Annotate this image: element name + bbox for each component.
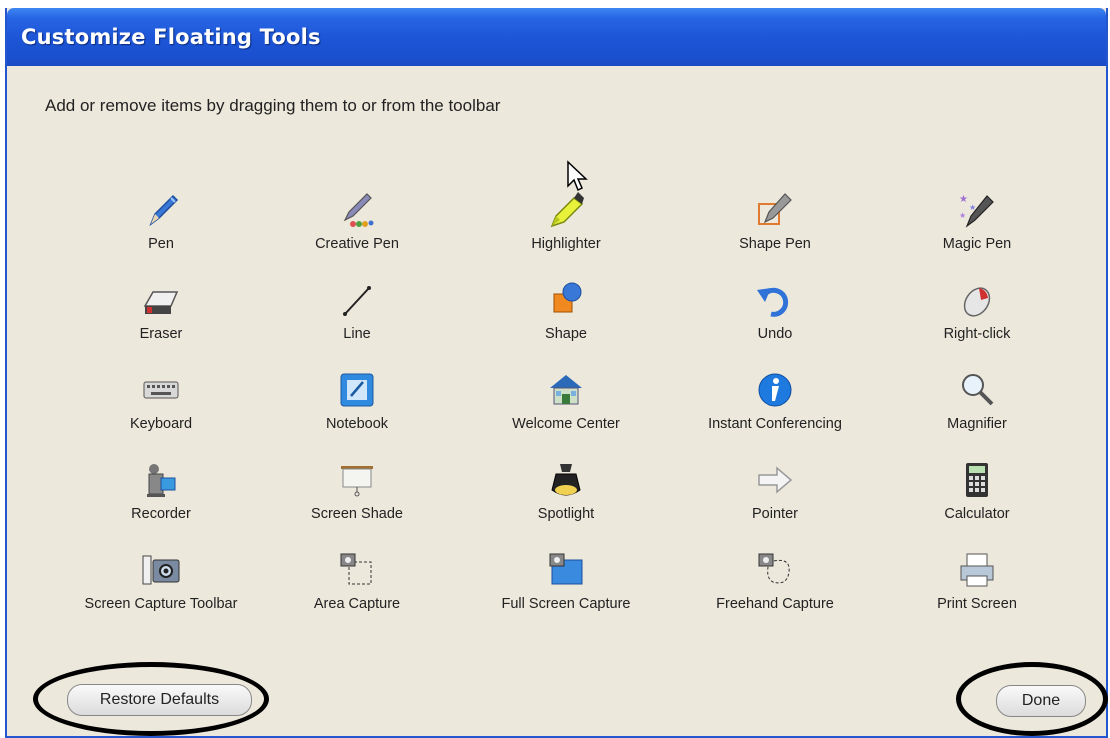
magnifier-icon [957,370,997,410]
area-capture-icon [337,550,377,590]
annotation-ring-restore [33,662,269,736]
shape-pen-icon [755,190,795,230]
tool-shape[interactable]: Shape [466,280,666,360]
tool-undo[interactable]: Undo [675,280,875,360]
tool-notebook[interactable]: Notebook [257,370,457,450]
pointer-arrow-icon [755,460,795,500]
tool-label: Magnifier [947,416,1007,432]
line-icon [337,280,377,320]
tool-magnifier[interactable]: Magnifier [877,370,1077,450]
tool-pen[interactable]: Pen [61,190,261,270]
calculator-icon [957,460,997,500]
keyboard-icon [141,370,181,410]
undo-icon [755,280,795,320]
tool-keyboard[interactable]: Keyboard [61,370,261,450]
screen-shade-icon [337,460,377,500]
printer-icon [957,550,997,590]
svg-text:★: ★ [969,203,976,212]
welcome-center-icon [546,370,586,410]
screen-capture-toolbar-icon [141,550,181,590]
tool-screen-shade[interactable]: Screen Shade [257,460,457,540]
svg-text:★: ★ [959,194,968,205]
tool-shape-pen[interactable]: Shape Pen [675,190,875,270]
tool-label: Instant Conferencing [708,416,842,432]
tool-label: Freehand Capture [716,596,834,612]
freehand-capture-icon [755,550,795,590]
tool-label: Shape Pen [739,236,811,252]
tool-label: Calculator [944,506,1010,522]
spotlight-icon [546,460,586,500]
mouse-cursor-icon [566,160,594,199]
tool-label: Recorder [131,506,191,522]
tool-spotlight[interactable]: Spotlight [466,460,666,540]
notebook-icon [337,370,377,410]
magic-pen-icon: ★ ★ ★ [957,190,997,230]
tool-label: Eraser [139,326,183,342]
tool-line[interactable]: Line [257,280,457,360]
tool-instant-conferencing[interactable]: Instant Conferencing [675,370,875,450]
tool-label: Full Screen Capture [501,596,631,612]
tool-full-screen-capture[interactable]: Full Screen Capture [466,550,666,630]
tool-magic-pen[interactable]: ★ ★ ★ Magic Pen [877,190,1077,270]
tool-screen-capture-toolbar[interactable]: Screen Capture Toolbar [61,550,261,630]
tool-label: Creative Pen [315,236,399,252]
tool-label: Notebook [325,416,389,432]
tool-freehand-capture[interactable]: Freehand Capture [675,550,875,630]
tool-calculator[interactable]: Calculator [877,460,1077,540]
tool-label: Undo [757,326,793,342]
window-title: Customize Floating Tools [21,25,321,49]
mouse-icon [957,280,997,320]
tool-label: Highlighter [531,236,601,252]
shape-icon [546,280,586,320]
creative-pen-icon [337,190,377,230]
tool-print-screen[interactable]: Print Screen [877,550,1077,630]
tool-right-click[interactable]: Right-click [877,280,1077,360]
tool-welcome-center[interactable]: Welcome Center [466,370,666,450]
tool-label: Right-click [943,326,1011,342]
tool-highlighter[interactable]: Highlighter [466,190,666,270]
instructions-text: Add or remove items by dragging them to … [45,96,501,115]
tool-label: Screen Capture Toolbar [84,596,238,612]
tool-label: Area Capture [313,596,401,612]
tool-label: Magic Pen [942,236,1012,252]
title-bar[interactable]: Customize Floating Tools [7,8,1106,66]
tool-label: Welcome Center [512,416,620,432]
tool-area-capture[interactable]: Area Capture [257,550,457,630]
full-screen-capture-icon [546,550,586,590]
eraser-icon [141,280,181,320]
annotation-ring-done [956,662,1108,736]
tool-label: Pointer [752,506,798,522]
tool-label: Pen [148,236,174,252]
tool-label: Spotlight [537,506,595,522]
tool-creative-pen[interactable]: Creative Pen [257,190,457,270]
tool-eraser[interactable]: Eraser [61,280,261,360]
tool-label: Screen Shade [311,506,403,522]
customize-floating-tools-dialog: Customize Floating Tools Add or remove i… [5,8,1108,738]
tool-pointer[interactable]: Pointer [675,460,875,540]
tool-label: Line [343,326,371,342]
tool-recorder[interactable]: Recorder [61,460,261,540]
recorder-icon [141,460,181,500]
tool-label: Shape [545,326,587,342]
conferencing-icon [755,370,795,410]
svg-text:★: ★ [959,211,966,220]
tool-label: Print Screen [937,596,1017,612]
pen-icon [141,190,181,230]
tool-label: Keyboard [129,416,193,432]
